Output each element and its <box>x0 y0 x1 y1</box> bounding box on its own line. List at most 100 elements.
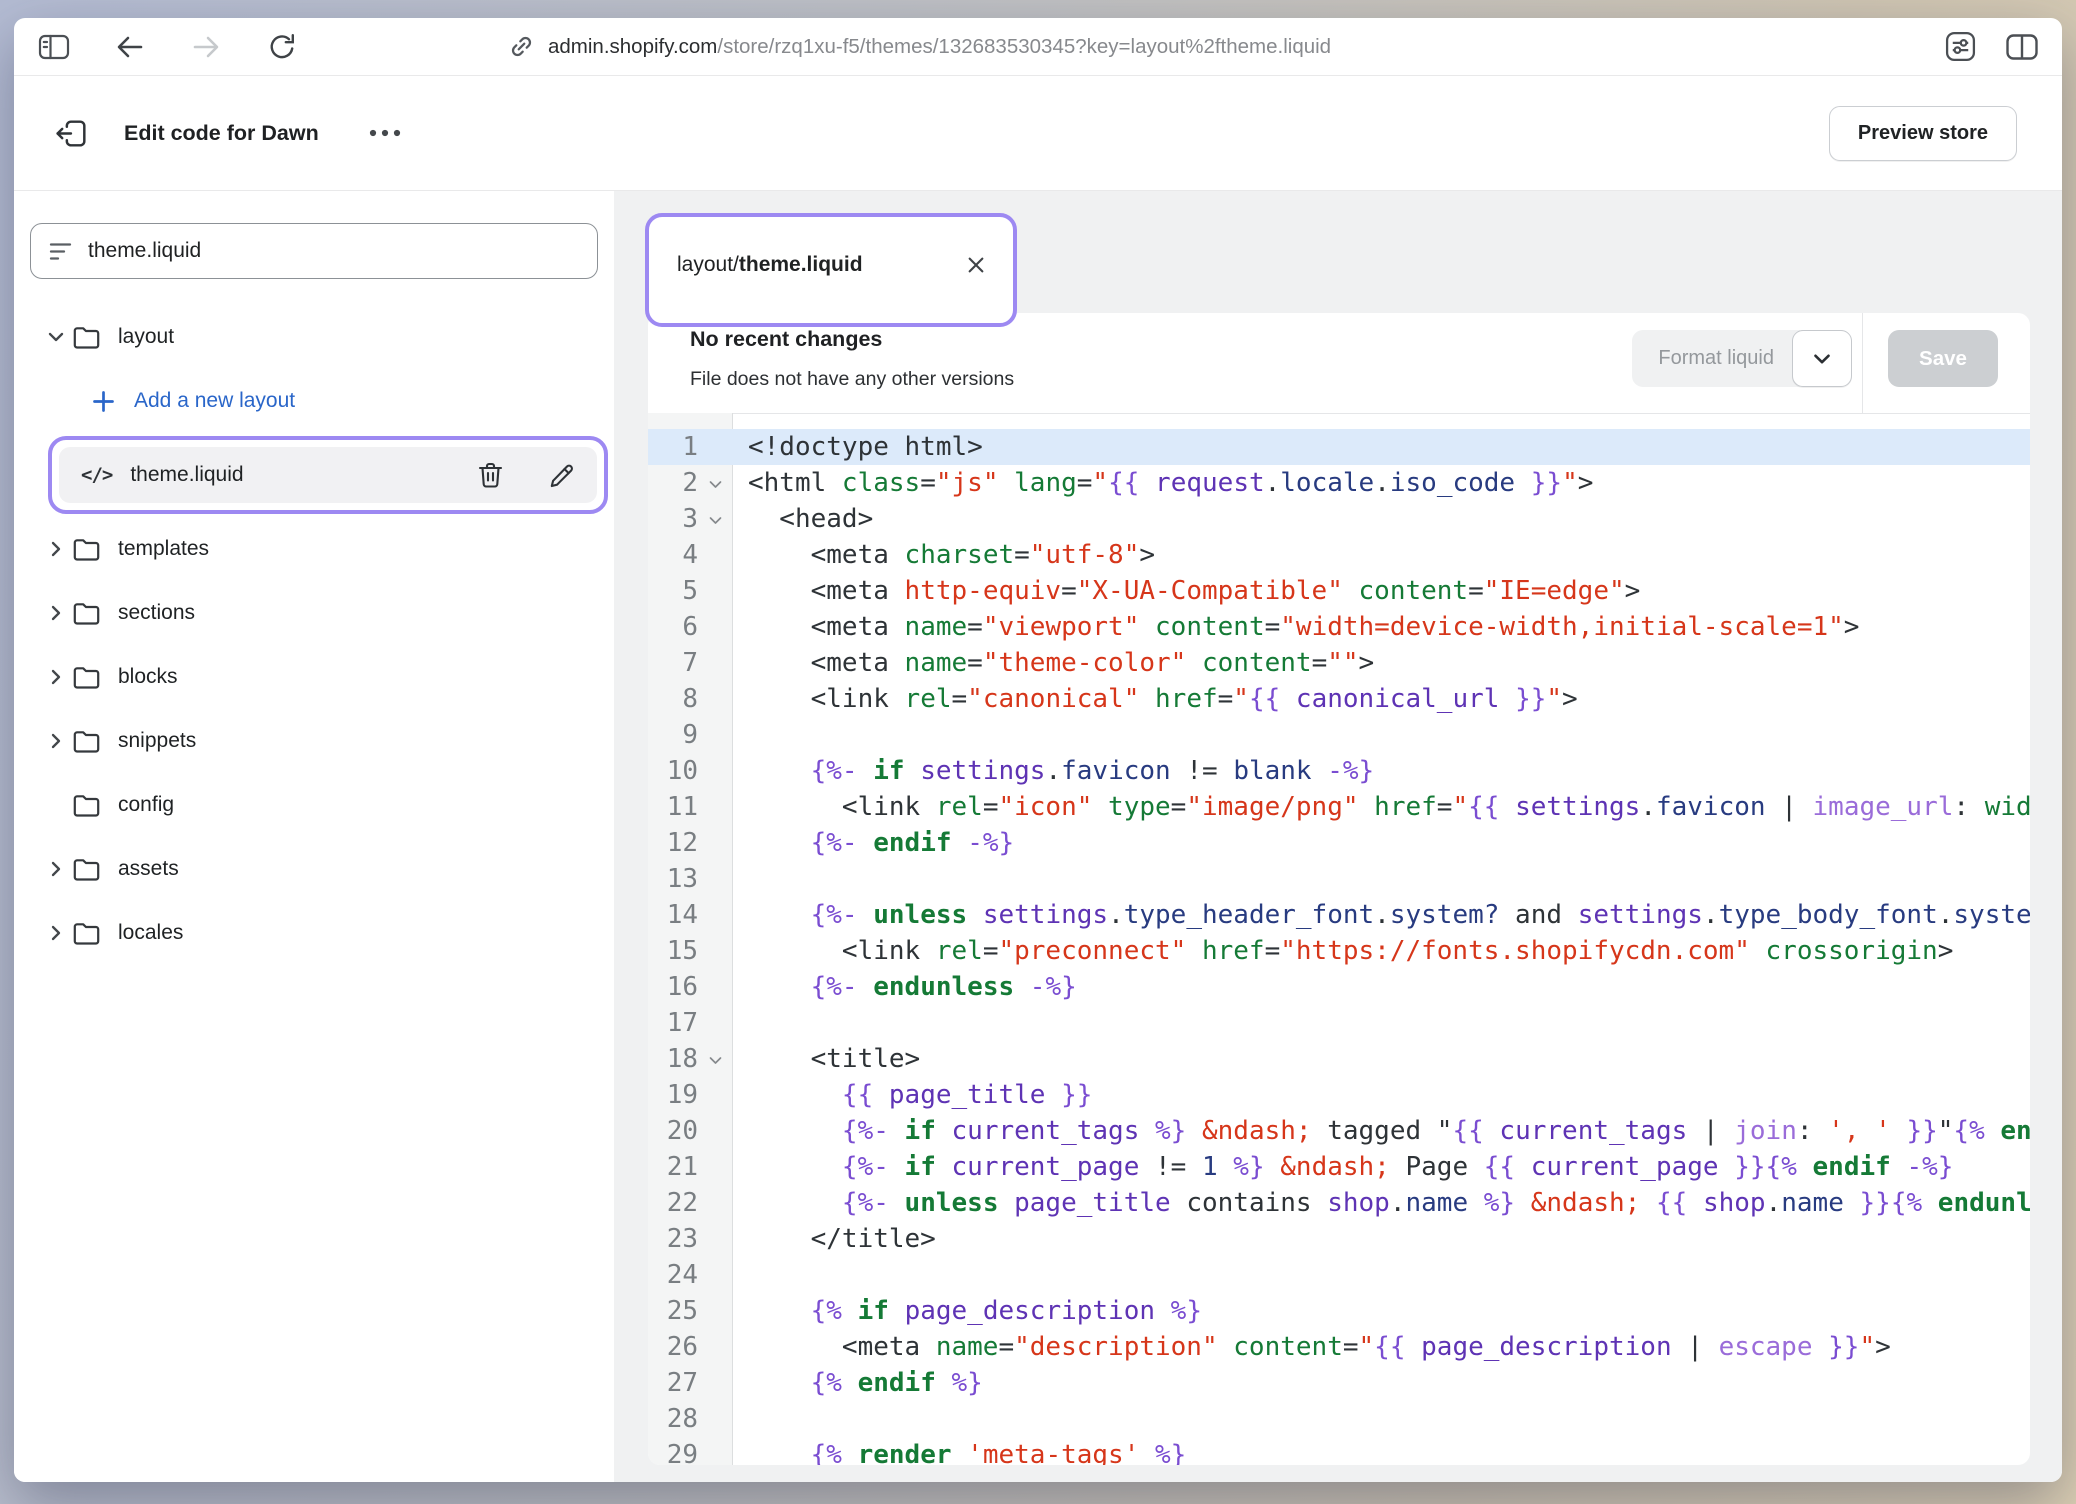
code-text: <html class="js" lang="{{ request.locale… <box>732 465 1593 501</box>
versions-bar: No recent changes File does not have any… <box>648 313 2030 414</box>
browser-window: admin.shopify.com/store/rzq1xu-f5/themes… <box>14 18 2062 1482</box>
code-line[interactable]: 8 <link rel="canonical" href="{{ canonic… <box>648 681 2030 717</box>
code-text: {%- if current_page != 1 %} &ndash; Page… <box>732 1149 1953 1185</box>
selected-file-row[interactable]: </​>theme.liquid <box>59 447 597 503</box>
code-line[interactable]: 10 {%- if settings.favicon != blank -%} <box>648 753 2030 789</box>
back-icon[interactable] <box>112 29 148 65</box>
code-text: <title> <box>732 1041 920 1077</box>
sidebar-item-snippets[interactable]: snippets <box>14 709 614 773</box>
code-line[interactable]: 2 <html class="js" lang="{{ request.local… <box>648 465 2030 501</box>
code-text: {% if page_description %} <box>732 1293 1202 1329</box>
file-sidebar: theme.liquid layoutAdd a new layout </​>t… <box>14 191 614 1482</box>
code-line[interactable]: 16 {%- endunless -%} <box>648 969 2030 1005</box>
sidebar-item-add-a-new-layout[interactable]: Add a new layout <box>14 369 614 433</box>
file-tree: layoutAdd a new layout </​>theme.liquid te… <box>14 305 614 965</box>
tab-theme-liquid[interactable]: layout/theme.liquid <box>655 221 1007 309</box>
forward-icon[interactable] <box>188 29 224 65</box>
fold-spacer <box>698 1185 732 1221</box>
code-text: <meta http-equiv="X-UA-Compatible" conte… <box>732 573 1640 609</box>
code-line[interactable]: 15 <link rel="preconnect" href="https://… <box>648 933 2030 969</box>
code-line[interactable]: 20 {%- if current_tags %} &ndash; tagged… <box>648 1113 2030 1149</box>
code-line[interactable]: 25 {% if page_description %} <box>648 1293 2030 1329</box>
overflow-menu-icon[interactable] <box>369 129 401 137</box>
code-line[interactable]: 19 {{ page_title }} <box>648 1077 2030 1113</box>
line-number: 27 <box>648 1365 698 1401</box>
code-line[interactable]: 18 <title> <box>648 1041 2030 1077</box>
line-number: 13 <box>648 861 698 897</box>
page-settings-icon[interactable] <box>1942 29 1978 65</box>
code-line[interactable]: 22 {%- unless page_title contains shop.n… <box>648 1185 2030 1221</box>
code-line[interactable]: 11 <link rel="icon" type="image/png" hre… <box>648 789 2030 825</box>
chevron-down-icon[interactable] <box>48 332 72 342</box>
save-button[interactable]: Save <box>1888 330 1998 387</box>
line-number: 1 <box>648 429 698 465</box>
sidebar-item-locales[interactable]: locales <box>14 901 614 965</box>
line-number: 7 <box>648 645 698 681</box>
dropdown-chevron-icon <box>1813 353 1831 365</box>
sidebar-item-blocks[interactable]: blocks <box>14 645 614 709</box>
tab-file-name: theme.liquid <box>739 253 863 276</box>
line-number: 14 <box>648 897 698 933</box>
code-text: <meta charset="utf-8"> <box>732 537 1155 573</box>
line-number: 17 <box>648 1005 698 1041</box>
format-liquid-button[interactable]: Format liquid <box>1632 330 1800 387</box>
sidebar-item-config[interactable]: config <box>14 773 614 837</box>
chevron-right-icon[interactable] <box>48 928 72 938</box>
split-view-icon[interactable] <box>2004 29 2040 65</box>
sidebar-toggle-icon[interactable] <box>36 29 72 65</box>
code-line[interactable]: 1<!doctype html> <box>648 429 2030 465</box>
sidebar-item-sections[interactable]: sections <box>14 581 614 645</box>
code-line[interactable]: 21 {%- if current_page != 1 %} &ndash; P… <box>648 1149 2030 1185</box>
line-number: 12 <box>648 825 698 861</box>
address-bar[interactable]: admin.shopify.com/store/rzq1xu-f5/themes… <box>508 33 1331 60</box>
chevron-right-icon[interactable] <box>48 672 72 682</box>
format-liquid-dropdown[interactable] <box>1792 330 1852 387</box>
fold-chevron-icon[interactable] <box>698 501 732 537</box>
folder-icon <box>72 325 118 350</box>
line-number: 20 <box>648 1113 698 1149</box>
line-number: 16 <box>648 969 698 1005</box>
chevron-right-icon[interactable] <box>48 736 72 746</box>
chevron-right-icon[interactable] <box>48 608 72 618</box>
sidebar-item-templates[interactable]: templates <box>14 517 614 581</box>
sidebar-item-layout[interactable]: layout <box>14 305 614 369</box>
code-line[interactable]: 28 <box>648 1401 2030 1437</box>
fold-spacer <box>698 1221 732 1257</box>
code-line[interactable]: 14 {%- unless settings.type_header_font.… <box>648 897 2030 933</box>
preview-store-button[interactable]: Preview store <box>1829 106 2017 161</box>
line-number: 19 <box>648 1077 698 1113</box>
code-line[interactable]: 5 <meta http-equiv="X-UA-Compatible" con… <box>648 573 2030 609</box>
code-line[interactable]: 23 </title> <box>648 1221 2030 1257</box>
code-line[interactable]: 17 <box>648 1005 2030 1041</box>
code-line[interactable]: 26 <meta name="description" content="{{ … <box>648 1329 2030 1365</box>
reload-icon[interactable] <box>264 29 300 65</box>
code-line[interactable]: 12 {%- endif -%} <box>648 825 2030 861</box>
code-line[interactable]: 13 <box>648 861 2030 897</box>
line-number: 6 <box>648 609 698 645</box>
sidebar-item-assets[interactable]: assets <box>14 837 614 901</box>
fold-spacer <box>698 1437 732 1465</box>
code-line[interactable]: 29 {% render 'meta-tags' %} <box>648 1437 2030 1465</box>
trash-icon[interactable] <box>477 461 504 489</box>
file-search-input[interactable]: theme.liquid <box>30 223 598 279</box>
line-number: 24 <box>648 1257 698 1293</box>
versions-subtitle: File does not have any other versions <box>690 368 1014 391</box>
code-line[interactable]: 3 <head> <box>648 501 2030 537</box>
chevron-right-icon[interactable] <box>48 864 72 874</box>
code-line[interactable]: 27 {% endif %} <box>648 1365 2030 1401</box>
pencil-icon[interactable] <box>548 462 575 489</box>
close-icon[interactable] <box>967 256 985 274</box>
code-line[interactable]: 6 <meta name="viewport" content="width=d… <box>648 609 2030 645</box>
exit-icon[interactable] <box>54 115 91 152</box>
code-line[interactable]: 7 <meta name="theme-color" content=""> <box>648 645 2030 681</box>
code-line[interactable]: 9 <box>648 717 2030 753</box>
chevron-right-icon[interactable] <box>48 544 72 554</box>
code-text: {%- unless settings.type_header_font.sys… <box>732 897 2030 933</box>
fold-chevron-icon[interactable] <box>698 465 732 501</box>
sidebar-item-theme-liquid-selected[interactable]: </​>theme.liquid <box>48 436 608 514</box>
line-number: 2 <box>648 465 698 501</box>
fold-chevron-icon[interactable] <box>698 1041 732 1077</box>
code-line[interactable]: 4 <meta charset="utf-8"> <box>648 537 2030 573</box>
code-editor[interactable]: 1<!doctype html>2 <html class="js" lang="… <box>648 413 2030 1465</box>
code-line[interactable]: 24 <box>648 1257 2030 1293</box>
